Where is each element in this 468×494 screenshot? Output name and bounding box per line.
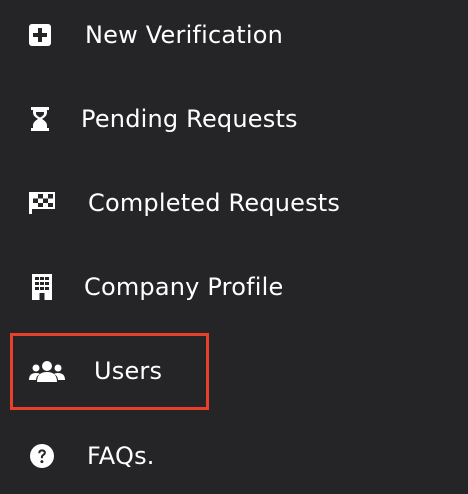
plus-square-icon [29, 24, 51, 46]
menu-item-completed-requests[interactable]: Completed Requests [0, 173, 468, 233]
menu-item-label: Completed Requests [88, 189, 341, 217]
menu-item-label: Company Profile [84, 273, 284, 301]
sidebar-menu: New Verification Pending Requests Comple… [0, 0, 468, 494]
checkered-flag-icon [29, 192, 55, 214]
question-circle-icon [30, 444, 54, 468]
hourglass-icon [31, 107, 49, 131]
menu-item-label: FAQs. [87, 442, 155, 470]
users-icon [29, 361, 65, 382]
menu-item-label: New Verification [85, 21, 284, 49]
menu-item-label: Pending Requests [81, 105, 298, 133]
menu-item-company-profile[interactable]: Company Profile [0, 257, 468, 317]
menu-item-new-verification[interactable]: New Verification [0, 5, 468, 65]
building-icon [32, 274, 52, 300]
menu-item-users[interactable]: Users [0, 341, 468, 401]
menu-item-pending-requests[interactable]: Pending Requests [0, 89, 468, 149]
menu-item-faqs[interactable]: FAQs. [0, 426, 468, 486]
menu-item-label: Users [94, 357, 163, 385]
